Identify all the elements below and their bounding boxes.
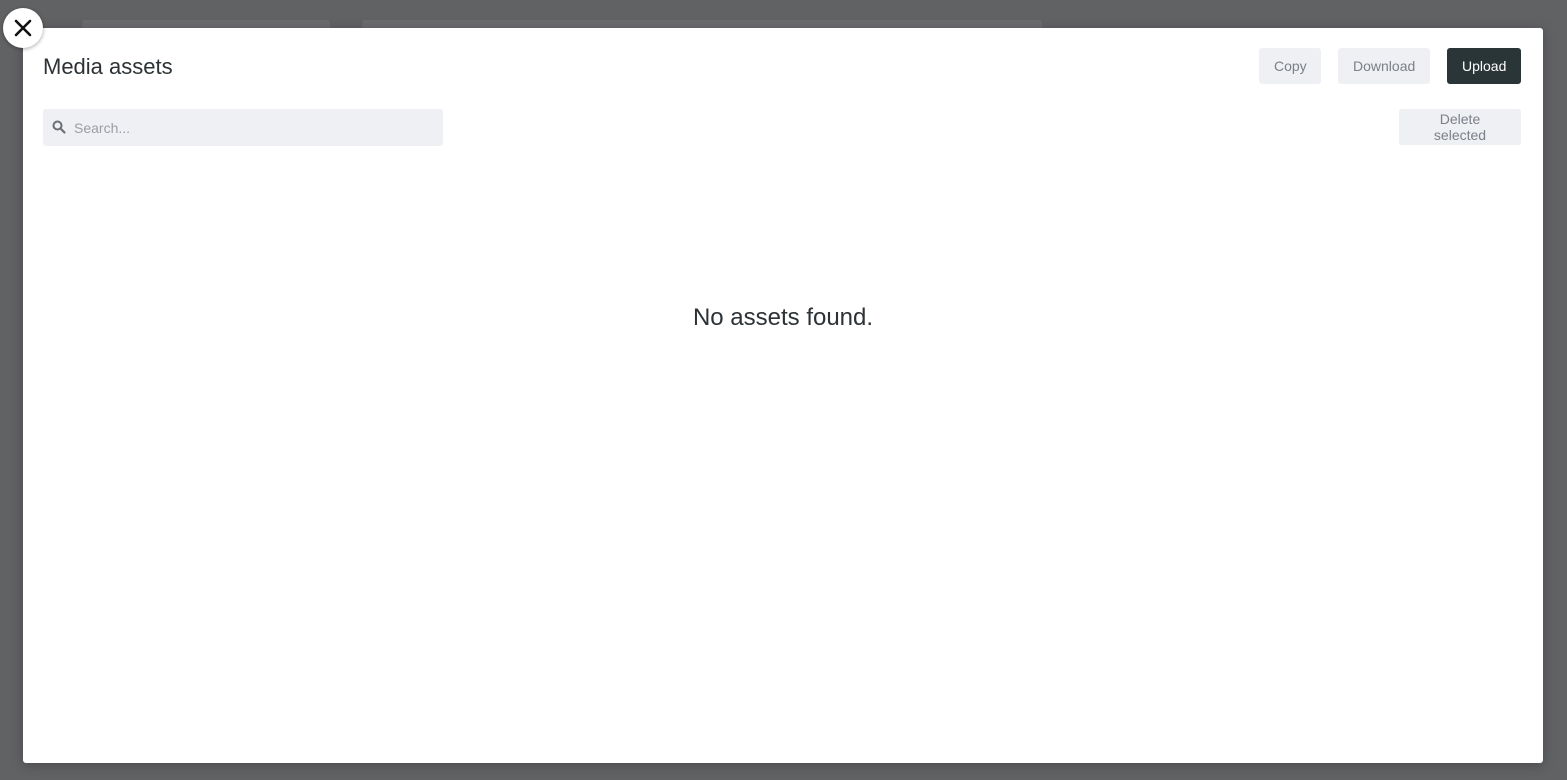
empty-state-message: No assets found. — [692, 304, 874, 331]
modal-title: Media assets — [43, 54, 173, 79]
close-modal-button[interactable] — [3, 8, 43, 48]
search-input[interactable] — [74, 109, 434, 146]
close-icon — [14, 19, 32, 37]
media-assets-modal: Media assets Copy Download Upload Delete… — [23, 28, 1543, 763]
search-box — [43, 109, 443, 146]
search-icon — [52, 120, 66, 134]
delete-selected-button[interactable]: Delete selected — [1399, 109, 1521, 145]
download-button[interactable]: Download — [1338, 48, 1430, 84]
copy-button[interactable]: Copy — [1259, 48, 1321, 84]
upload-button[interactable]: Upload — [1447, 48, 1521, 84]
